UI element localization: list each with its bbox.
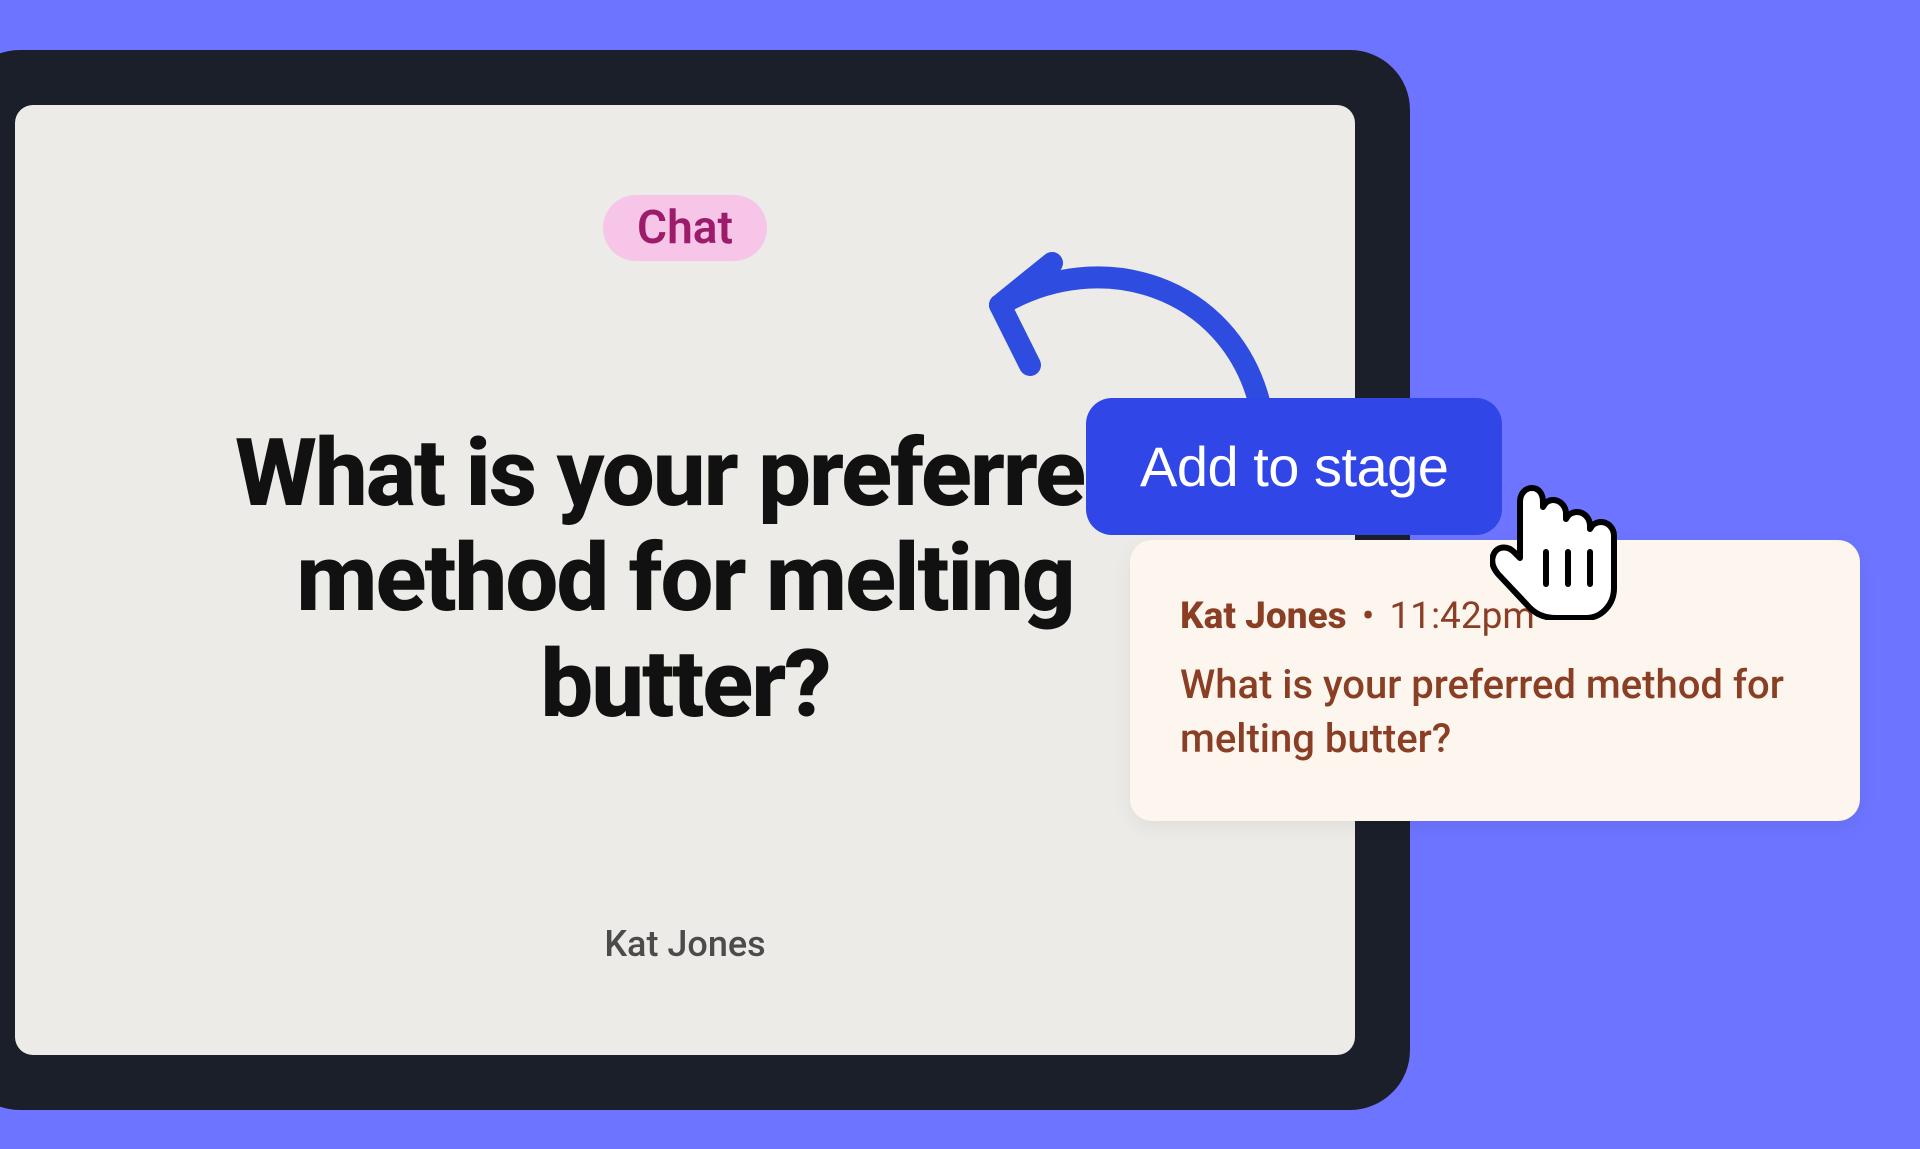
chat-message-meta: Kat Jones • 11:42pm: [1180, 595, 1810, 638]
chat-message-body: What is your preferred method for meltin…: [1180, 658, 1810, 766]
stage-question-text: What is your preferred method for meltin…: [165, 421, 1205, 737]
chat-message-author: Kat Jones: [1180, 595, 1347, 638]
stage-author-label: Kat Jones: [604, 923, 765, 965]
add-to-stage-button[interactable]: Add to stage: [1086, 398, 1502, 535]
meta-separator: •: [1356, 595, 1380, 638]
chat-message-time: 11:42pm: [1390, 595, 1535, 638]
chat-message-card[interactable]: Kat Jones • 11:42pm What is your preferr…: [1130, 540, 1860, 821]
chat-badge: Chat: [603, 195, 767, 261]
